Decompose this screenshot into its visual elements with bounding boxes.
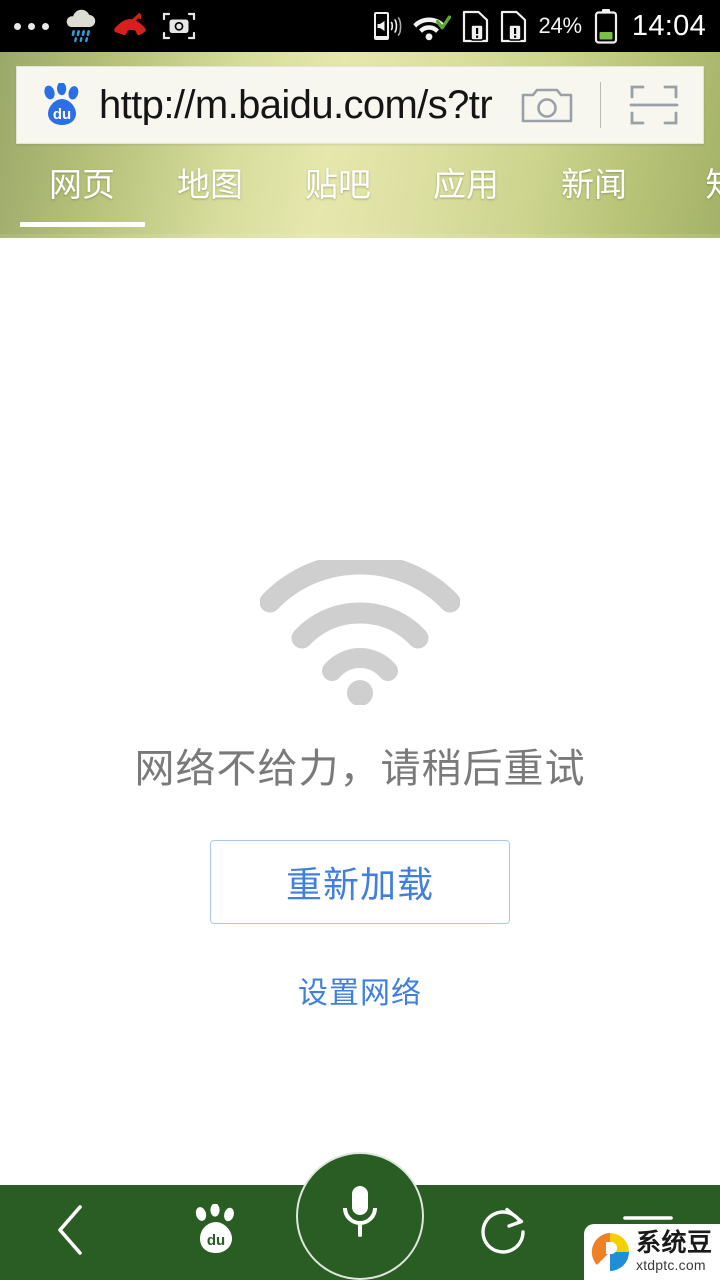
refresh-icon <box>476 1202 532 1263</box>
status-bar-right-icons: 24% 14:04 <box>372 0 706 52</box>
tab-tieba[interactable]: 贴吧 <box>274 156 402 238</box>
url-bar[interactable]: du http://m.baidu.com/s?tr <box>16 66 704 144</box>
camera-search-icon[interactable] <box>516 82 578 128</box>
nav-refresh-button[interactable] <box>432 1185 576 1280</box>
battery-icon <box>593 8 619 44</box>
microphone-icon <box>335 1178 385 1255</box>
phone-screen: 24% 14:04 du http://m.baidu.com/s?tr 网页 … <box>0 0 720 1280</box>
tab-news-label: 新闻 <box>561 165 627 204</box>
weather-rain-cloud-icon <box>61 9 99 43</box>
status-bar-left-icons <box>10 0 197 52</box>
page-content-error: 网络不给力，请稍后重试 重新加载 设置网络 <box>0 238 720 1185</box>
tab-news[interactable]: 新闻 <box>530 156 658 238</box>
error-message: 网络不给力，请稍后重试 <box>134 746 586 792</box>
svg-text:du: du <box>53 106 71 123</box>
nav-back-button[interactable] <box>0 1185 144 1280</box>
battery-percent-label: 24% <box>538 13 582 38</box>
tab-zhidao[interactable]: 知 <box>658 156 720 238</box>
svg-text:du: du <box>207 1232 225 1249</box>
baidu-paw-icon: du <box>39 82 85 127</box>
vibrate-sound-icon <box>372 9 402 43</box>
watermark-title: 系统豆 <box>636 1228 713 1258</box>
watermark-logo-icon <box>588 1230 632 1274</box>
more-dots-icon <box>10 22 49 30</box>
url-input[interactable]: http://m.baidu.com/s?tr <box>99 85 516 125</box>
tab-webpage[interactable]: 网页 <box>18 156 146 238</box>
wifi-connected-icon <box>413 11 452 41</box>
tab-apps-label: 应用 <box>433 165 499 204</box>
watermark-text: 系统豆 xtdptc.com <box>636 1230 713 1274</box>
tab-apps[interactable]: 应用 <box>402 156 530 238</box>
nav-voice-button[interactable] <box>296 1152 424 1280</box>
tab-tieba-label: 贴吧 <box>305 165 371 204</box>
nav-home-button[interactable]: du <box>144 1185 288 1280</box>
baidu-paw-icon: du <box>189 1203 243 1261</box>
qr-scan-icon[interactable] <box>623 81 685 129</box>
site-watermark: 系统豆 xtdptc.com <box>584 1224 720 1280</box>
sim2-alert-icon <box>500 10 527 43</box>
camera-capture-icon <box>161 10 197 42</box>
tab-active-indicator <box>20 222 145 227</box>
missed-call-icon <box>111 10 149 42</box>
tab-webpage-label: 网页 <box>49 165 115 204</box>
url-bar-actions <box>516 81 703 129</box>
browser-chrome: du http://m.baidu.com/s?tr 网页 地图 贴吧 应用 新… <box>0 52 720 238</box>
chevron-left-icon <box>50 1202 94 1263</box>
tab-map[interactable]: 地图 <box>146 156 274 238</box>
network-settings-link[interactable]: 设置网络 <box>298 968 422 1012</box>
url-actions-divider <box>600 82 601 128</box>
sim1-alert-icon <box>462 10 489 43</box>
tab-map-label: 地图 <box>177 165 243 204</box>
watermark-url: xtdptc.com <box>636 1257 706 1274</box>
search-category-tabs: 网页 地图 贴吧 应用 新闻 知 <box>0 156 720 238</box>
reload-button[interactable]: 重新加载 <box>210 840 510 924</box>
wifi-offline-icon <box>259 553 461 706</box>
tab-zhidao-label: 知 <box>706 168 720 201</box>
status-bar: 24% 14:04 <box>0 0 720 52</box>
status-bar-clock: 14:04 <box>631 9 706 42</box>
